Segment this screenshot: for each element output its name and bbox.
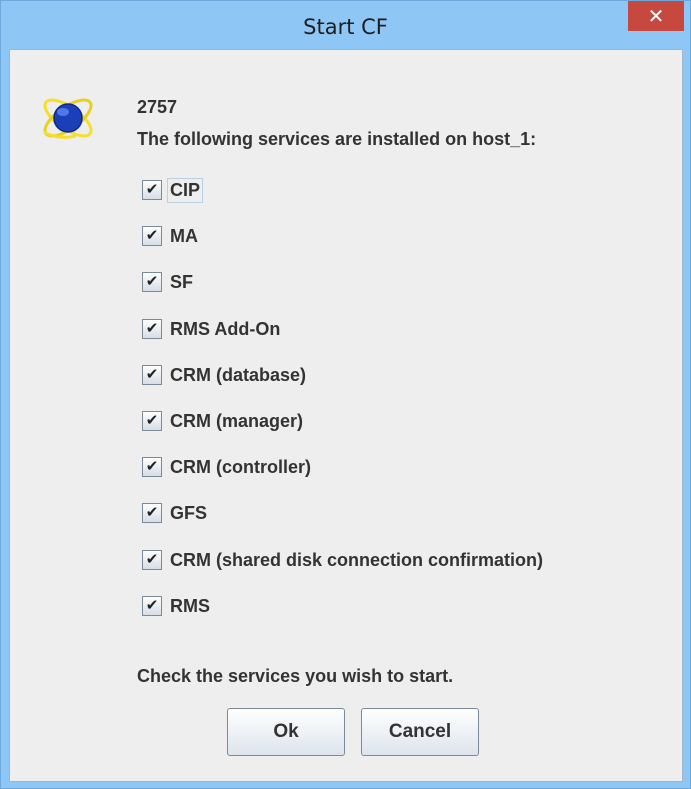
cancel-button[interactable]: Cancel — [361, 708, 479, 756]
checkbox[interactable]: ✔ — [142, 319, 162, 339]
service-label: CIP — [166, 177, 204, 203]
checkmark-icon: ✔ — [145, 365, 159, 383]
checkmark-icon: ✔ — [145, 457, 159, 475]
cf-globe-icon — [43, 98, 93, 139]
service-label: RMS Add-On — [170, 318, 281, 339]
service-label: SF — [170, 271, 194, 292]
service-checkbox-crm-manager[interactable]: ✔ CRM (manager) — [142, 407, 305, 435]
checkmark-icon: ✔ — [145, 180, 159, 198]
checkbox[interactable]: ✔ — [142, 457, 162, 477]
checkbox[interactable]: ✔ — [142, 596, 162, 616]
checkbox[interactable]: ✔ — [142, 272, 162, 292]
checkmark-icon: ✔ — [145, 550, 159, 568]
checkmark-icon: ✔ — [145, 411, 159, 429]
checkbox[interactable]: ✔ — [142, 226, 162, 246]
ok-button[interactable]: Ok — [227, 708, 345, 756]
checkmark-icon: ✔ — [145, 319, 159, 337]
service-checkbox-rms-add-on[interactable]: ✔ RMS Add-On — [142, 315, 282, 343]
checkbox[interactable]: ✔ — [142, 411, 162, 431]
service-checkbox-sf[interactable]: ✔ SF — [142, 268, 195, 296]
service-checkbox-ma[interactable]: ✔ MA — [142, 222, 200, 250]
checkmark-icon: ✔ — [145, 596, 159, 614]
close-button[interactable]: ✕ — [628, 1, 684, 31]
title-bar[interactable]: Start CF ✕ — [1, 1, 690, 49]
service-checkbox-gfs[interactable]: ✔ GFS — [142, 499, 209, 527]
start-cf-dialog: Start CF ✕ 2757 The following services a… — [0, 0, 691, 789]
message-id: 2757 — [137, 97, 178, 117]
service-checkbox-rms[interactable]: ✔ RMS — [142, 592, 212, 620]
checkmark-icon: ✔ — [145, 226, 159, 244]
close-icon: ✕ — [647, 4, 665, 28]
checkbox[interactable]: ✔ — [142, 550, 162, 570]
checkbox[interactable]: ✔ — [142, 180, 162, 200]
dialog-body: 2757 The following services are installe… — [9, 49, 683, 782]
service-label: RMS — [170, 595, 210, 616]
checkbox[interactable]: ✔ — [142, 365, 162, 385]
service-label: CRM (database) — [170, 364, 307, 385]
service-label: CRM (shared disk connection confirmation… — [170, 549, 544, 570]
service-label: MA — [170, 225, 198, 246]
service-checkbox-crm-controller[interactable]: ✔ CRM (controller) — [142, 453, 313, 481]
message-text: The following services are installed on … — [137, 129, 537, 149]
window-title: Start CF — [303, 15, 388, 39]
instruction-text: Check the services you wish to start. — [137, 666, 454, 686]
checkbox[interactable]: ✔ — [142, 503, 162, 523]
service-checkbox-cip[interactable]: ✔ CIP — [142, 176, 204, 204]
service-label: CRM (manager) — [170, 410, 304, 431]
service-label: CRM (controller) — [170, 456, 311, 477]
service-checkbox-crm-shared-disk[interactable]: ✔ CRM (shared disk connection confirmati… — [142, 546, 545, 574]
service-checkbox-crm-database[interactable]: ✔ CRM (database) — [142, 361, 308, 389]
checkmark-icon: ✔ — [145, 503, 159, 521]
service-label: GFS — [170, 502, 208, 523]
checkmark-icon: ✔ — [145, 272, 159, 290]
